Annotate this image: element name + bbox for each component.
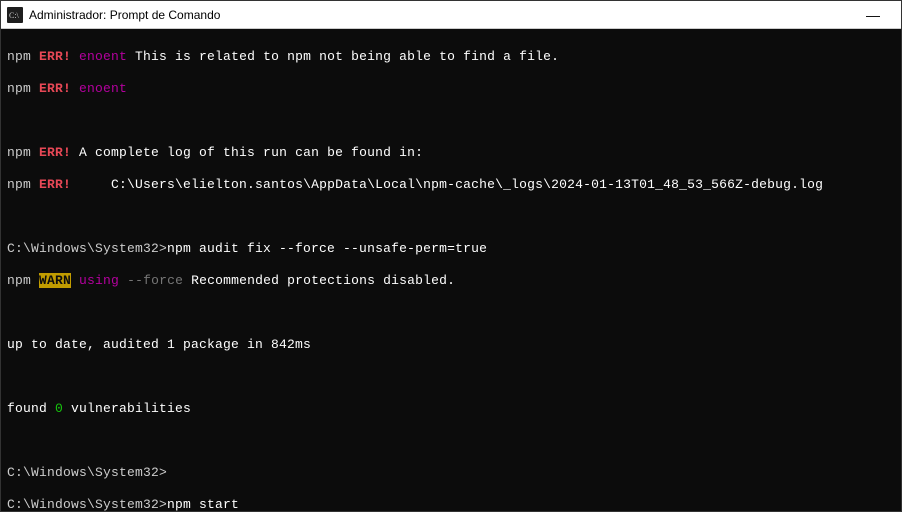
minimize-button[interactable]: —	[851, 1, 895, 29]
window-controls: —	[851, 1, 895, 29]
blank-line	[7, 305, 895, 321]
output-line: found 0 vulnerabilities	[7, 401, 895, 417]
output-line: npm ERR! enoent	[7, 81, 895, 97]
blank-line	[7, 113, 895, 129]
output-line: npm WARN using --force Recommended prote…	[7, 273, 895, 289]
titlebar[interactable]: C:\ Administrador: Prompt de Comando —	[1, 1, 901, 29]
blank-line	[7, 433, 895, 449]
cmd-icon: C:\	[7, 7, 23, 23]
window-title: Administrador: Prompt de Comando	[29, 8, 851, 22]
svg-text:C:\: C:\	[9, 11, 20, 20]
blank-line	[7, 209, 895, 225]
output-line: up to date, audited 1 package in 842ms	[7, 337, 895, 353]
output-line: npm ERR! enoent This is related to npm n…	[7, 49, 895, 65]
prompt-line: C:\Windows\System32>npm audit fix --forc…	[7, 241, 895, 257]
blank-line	[7, 369, 895, 385]
output-line: npm ERR! A complete log of this run can …	[7, 145, 895, 161]
prompt-line: C:\Windows\System32>	[7, 465, 895, 481]
cmd-window: C:\ Administrador: Prompt de Comando — n…	[0, 0, 902, 512]
terminal-body[interactable]: npm ERR! enoent This is related to npm n…	[1, 29, 901, 511]
output-line: npm ERR! C:\Users\elielton.santos\AppDat…	[7, 177, 895, 193]
prompt-line: C:\Windows\System32>npm start	[7, 497, 895, 511]
